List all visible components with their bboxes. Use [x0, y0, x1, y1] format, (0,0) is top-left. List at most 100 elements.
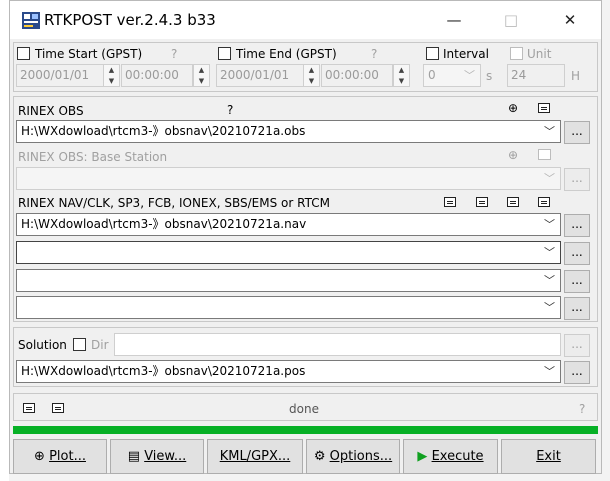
chevron-down-icon: ﹀ — [544, 365, 555, 378]
spin-up-icon[interactable]: ▲ — [394, 65, 409, 76]
options-button-label: Options... — [329, 449, 393, 464]
solution-output-browse-button[interactable]: ... — [564, 361, 590, 384]
spin-up-icon[interactable]: ▲ — [304, 65, 319, 76]
kml-gpx-button-label: KML/GPX... — [219, 449, 291, 464]
document-icon[interactable] — [444, 197, 456, 207]
rinex-obs-browse-button[interactable]: ... — [564, 121, 590, 144]
interval-select[interactable]: 0 ﹀ — [423, 64, 481, 87]
document-icon[interactable] — [476, 197, 488, 207]
unit-checkbox[interactable] — [510, 47, 523, 60]
maximize-button[interactable]: □ — [498, 9, 524, 31]
base-station-label: RINEX OBS: Base Station — [18, 150, 168, 164]
base-station-checkbox[interactable] — [538, 149, 551, 160]
solution-label: Solution — [18, 338, 67, 352]
rinex-obs-select[interactable]: H:\WXdowload\rtcm3-》obsnav\20210721a.obs… — [16, 120, 561, 143]
solution-output-value: H:\WXdowload\rtcm3-》obsnav\20210721a.pos — [21, 364, 306, 378]
close-button[interactable]: ✕ — [557, 9, 583, 31]
time-end-checkbox[interactable] — [218, 47, 231, 60]
time-start-time[interactable]: 00:00:00 — [121, 64, 193, 87]
chevron-down-icon: ﹀ — [544, 172, 555, 185]
play-icon: ▶ — [417, 449, 428, 464]
solution-dir-checkbox[interactable] — [73, 338, 86, 351]
nav-file-select-1[interactable]: H:\WXdowload\rtcm3-》obsnav\20210721a.nav… — [16, 213, 561, 236]
time-end-help[interactable]: ? — [371, 47, 377, 61]
time-start-date[interactable]: 2000/01/01 — [16, 64, 104, 87]
time-start-time-spinner[interactable]: ▲ ▼ — [193, 64, 210, 87]
spin-down-icon[interactable]: ▼ — [194, 76, 209, 87]
interval-unit: s — [486, 69, 493, 83]
time-end-time[interactable]: 00:00:00 — [321, 64, 393, 87]
plot-button-label: Plot... — [49, 449, 86, 464]
view-button-label: View... — [144, 449, 187, 464]
document-icon: ▤ — [127, 449, 141, 464]
chevron-down-icon: ﹀ — [544, 218, 555, 231]
satellite-icon[interactable]: ⊕ — [505, 101, 521, 115]
chevron-down-icon: ﹀ — [464, 69, 475, 82]
nav-file-browse-button-1[interactable]: ... — [564, 214, 590, 237]
progress-bar — [13, 426, 598, 434]
execute-button-label: Execute — [431, 449, 484, 464]
unit-unit: H — [571, 69, 581, 83]
nav-file-browse-button-2[interactable]: ... — [564, 242, 590, 265]
time-end-date[interactable]: 2000/01/01 — [216, 64, 304, 87]
nav-file-browse-button-3[interactable]: ... — [564, 270, 590, 293]
spin-up-icon[interactable]: ▲ — [104, 65, 119, 76]
nav-files-label: RINEX NAV/CLK, SP3, FCB, IONEX, SBS/EMS … — [18, 196, 330, 210]
app-icon — [22, 12, 40, 29]
nav-file-value: H:\WXdowload\rtcm3-》obsnav\20210721a.nav — [21, 217, 307, 231]
unit-value-field[interactable]: 24 — [507, 64, 565, 87]
gear-icon: ⚙ — [313, 449, 326, 464]
nav-file-select-3[interactable]: ﹀ — [16, 269, 561, 292]
chevron-down-icon: ﹀ — [544, 246, 555, 259]
options-button[interactable]: ⚙ Options... — [306, 439, 400, 474]
nav-file-select-4[interactable]: ﹀ — [16, 296, 561, 319]
nav-file-select-2[interactable]: ﹀ — [16, 241, 561, 264]
view-button[interactable]: ▤ View... — [110, 439, 204, 474]
chevron-down-icon: ﹀ — [544, 125, 555, 138]
interval-label: Interval — [443, 47, 489, 61]
document-icon[interactable] — [538, 103, 550, 113]
chevron-down-icon: ﹀ — [544, 301, 555, 314]
document-icon[interactable] — [538, 197, 550, 207]
rinex-obs-help[interactable]: ? — [227, 103, 233, 117]
base-station-browse-button[interactable]: ... — [564, 168, 590, 191]
status-text: done — [289, 402, 319, 416]
time-start-checkbox[interactable] — [17, 47, 30, 60]
solution-dir-label: Dir — [91, 338, 109, 352]
unit-label: Unit — [527, 47, 552, 61]
satellite-icon: ⊕ — [34, 449, 45, 464]
document-icon[interactable] — [52, 403, 64, 413]
base-station-select[interactable]: ﹀ — [16, 167, 561, 190]
time-start-label: Time Start (GPST) — [35, 47, 143, 61]
spin-down-icon[interactable]: ▼ — [304, 76, 319, 87]
solution-output-select[interactable]: H:\WXdowload\rtcm3-》obsnav\20210721a.pos… — [16, 360, 561, 383]
window-title: RTKPOST ver.2.4.3 b33 — [44, 11, 216, 29]
plot-button[interactable]: ⊕ Plot... — [13, 439, 107, 474]
desktop-background — [0, 0, 9, 481]
minimize-button[interactable]: — — [441, 9, 467, 31]
kml-gpx-button[interactable]: KML/GPX... — [207, 439, 303, 474]
spin-up-icon[interactable]: ▲ — [194, 65, 209, 76]
time-start-help[interactable]: ? — [171, 47, 177, 61]
execute-button[interactable]: ▶ Execute — [403, 439, 498, 474]
exit-button-label: Exit — [536, 449, 561, 464]
nav-file-browse-button-4[interactable]: ... — [564, 297, 590, 320]
document-icon[interactable] — [507, 197, 519, 207]
status-help[interactable]: ? — [579, 402, 585, 416]
solution-dir-browse-button[interactable]: ... — [564, 334, 590, 357]
time-end-time-spinner[interactable]: ▲ ▼ — [393, 64, 410, 87]
interval-checkbox[interactable] — [426, 47, 439, 60]
document-icon[interactable] — [23, 403, 35, 413]
interval-value: 0 — [428, 68, 436, 82]
exit-button[interactable]: Exit — [501, 439, 596, 474]
progress-fill — [13, 426, 598, 434]
spin-down-icon[interactable]: ▼ — [104, 76, 119, 87]
time-end-date-spinner[interactable]: ▲ ▼ — [303, 64, 320, 87]
rinex-obs-label: RINEX OBS — [18, 104, 84, 118]
rtkpost-window: RTKPOST ver.2.4.3 b33 — □ ✕ Time Start (… — [9, 0, 602, 474]
solution-dir-field[interactable] — [114, 333, 561, 356]
satellite-icon[interactable]: ⊕ — [505, 148, 521, 162]
spin-down-icon[interactable]: ▼ — [394, 76, 409, 87]
title-bar[interactable]: RTKPOST ver.2.4.3 b33 — □ ✕ — [10, 1, 601, 39]
time-start-date-spinner[interactable]: ▲ ▼ — [103, 64, 120, 87]
